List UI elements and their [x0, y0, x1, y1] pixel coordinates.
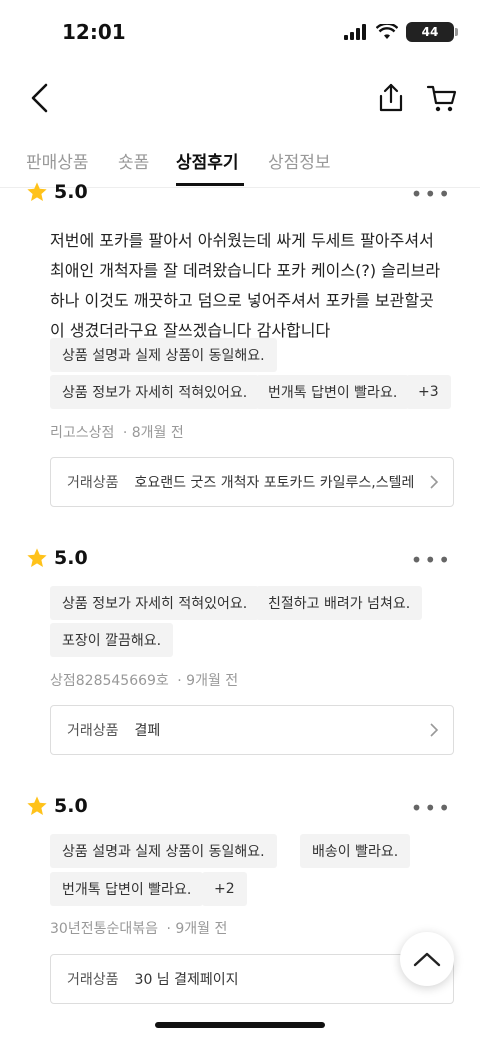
- cart-icon[interactable]: [426, 82, 458, 114]
- review-time: · 9개월 전: [177, 673, 239, 689]
- home-indicator: [155, 1022, 325, 1028]
- product-name: 30 님 결제페이지: [134, 972, 239, 988]
- reviewer-name[interactable]: 상점828545669호: [50, 673, 169, 689]
- more-options-icon[interactable]: •••: [411, 182, 452, 206]
- review-meta: 30년전통순대볶음 · 9개월 전: [50, 918, 227, 938]
- product-label: 거래상품: [67, 723, 119, 739]
- review-tag: 상품 정보가 자세히 적혀있어요.: [50, 375, 260, 409]
- review-tag: 번개톡 답변이 빨라요.: [50, 872, 204, 906]
- reviewer-name[interactable]: 리고스상점: [50, 425, 114, 441]
- status-bar: 12:01 44: [0, 0, 480, 60]
- star-icon: [27, 182, 47, 201]
- review-tag: 번개톡 답변이 빨라요.: [256, 375, 410, 409]
- review-tag: 상품 정보가 자세히 적혀있어요.: [50, 586, 260, 620]
- review-text-line: 최애인 개척자를 잘 데려왔습니다 포카 케이스(?) 슬리브라: [50, 261, 441, 280]
- tab-store-info[interactable]: 상점정보: [268, 148, 331, 173]
- review-tag: 상품 설명과 실제 상품이 동일해요.: [50, 338, 277, 372]
- share-icon[interactable]: [376, 82, 406, 114]
- reviewer-name[interactable]: 30년전통순대볶음: [50, 921, 158, 937]
- more-tags-badge[interactable]: +2: [202, 872, 247, 906]
- product-name: 결페: [134, 723, 161, 739]
- tab-sales-products[interactable]: 판매상품: [26, 148, 89, 173]
- review-text: 저번에 포카를 팔아서 아쉬웠는데 싸게 두세트 팔아주셔서 최애인 개척자를 …: [50, 226, 460, 346]
- chevron-right-icon: [430, 723, 439, 737]
- scroll-to-top-button[interactable]: [400, 932, 454, 986]
- more-options-icon[interactable]: •••: [411, 796, 452, 820]
- review-meta: 리고스상점 · 8개월 전: [50, 422, 184, 442]
- signal-icon: [344, 24, 366, 40]
- review-meta: 상점828545669호 · 9개월 전: [50, 670, 238, 690]
- review-time: · 8개월 전: [122, 425, 184, 441]
- review-tag: 친절하고 배려가 넘쳐요.: [256, 586, 423, 620]
- chevron-right-icon: [430, 475, 439, 489]
- chevron-left-icon[interactable]: [26, 82, 56, 114]
- traded-product-link[interactable]: 거래상품 결페: [50, 705, 454, 755]
- rating-row: 5.0: [26, 795, 88, 817]
- review-tag: 배송이 빨라요.: [300, 834, 411, 868]
- rating-score: 5.0: [54, 547, 88, 569]
- review-tag: 포장이 깔끔해요.: [50, 623, 174, 657]
- more-tags-badge[interactable]: +3: [406, 375, 451, 409]
- product-name: 호요랜드 굿즈 개척자 포토카드 카일루스,스텔레: [134, 475, 415, 491]
- star-icon: [27, 796, 47, 815]
- status-time: 12:01: [62, 20, 126, 44]
- review-text-line: 하나 이것도 깨끗하고 덤으로 넣어주셔서 포카를 보관할곳: [50, 291, 434, 310]
- traded-product-link[interactable]: 거래상품 호요랜드 굿즈 개척자 포토카드 카일루스,스텔레: [50, 457, 454, 507]
- chevron-up-icon: [413, 952, 441, 967]
- review-tag: 상품 설명과 실제 상품이 동일해요.: [50, 834, 277, 868]
- status-icons: 44: [344, 22, 458, 42]
- more-options-icon[interactable]: •••: [411, 548, 452, 572]
- rating-row: 5.0: [26, 181, 88, 203]
- battery-indicator: 44: [406, 22, 458, 42]
- star-icon: [27, 548, 47, 567]
- rating-score: 5.0: [54, 181, 88, 203]
- wifi-icon: [376, 24, 398, 39]
- active-tab-indicator: [176, 183, 244, 186]
- product-label: 거래상품: [67, 972, 119, 988]
- review-time: · 9개월 전: [166, 921, 228, 937]
- rating-score: 5.0: [54, 795, 88, 817]
- traded-product-link[interactable]: 거래상품 30 님 결제페이지: [50, 954, 454, 1004]
- tab-store-reviews[interactable]: 상점후기: [176, 148, 239, 173]
- tab-shortform[interactable]: 숏폼: [118, 148, 149, 173]
- review-text-line: 저번에 포카를 팔아서 아쉬웠는데 싸게 두세트 팔아주셔서: [50, 231, 434, 250]
- rating-row: 5.0: [26, 547, 88, 569]
- top-nav: [0, 70, 480, 126]
- product-label: 거래상품: [67, 475, 119, 491]
